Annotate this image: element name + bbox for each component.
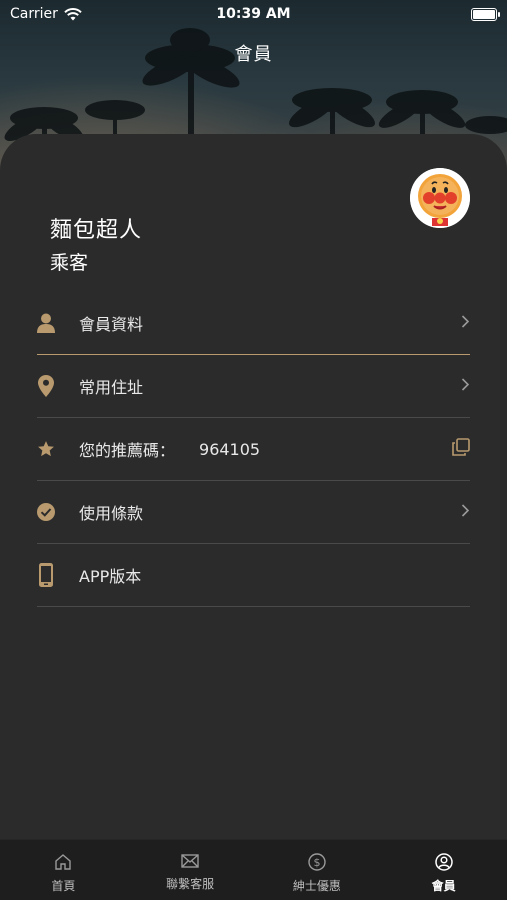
battery-level: [473, 9, 495, 19]
user-name: 麵包超人: [50, 218, 143, 243]
status-bar: Carrier 10:39 AM: [0, 0, 507, 28]
phone-icon: [37, 563, 55, 587]
chevron-right-icon: [461, 503, 470, 522]
tab-member[interactable]: 會員: [380, 840, 507, 900]
menu-item-label: 使用條款: [79, 504, 144, 523]
referral-code-value: 964105: [199, 439, 261, 459]
tab-label: 紳士優惠: [292, 879, 341, 893]
chevron-right-icon: [461, 314, 470, 333]
tab-contact[interactable]: 聯繫客服: [127, 840, 254, 900]
person-icon: [37, 312, 55, 334]
menu-item-label: 會員資料: [79, 315, 144, 334]
check-circle-icon: [37, 501, 55, 523]
tab-home[interactable]: 首頁: [0, 840, 127, 900]
carrier-label: Carrier: [10, 6, 58, 22]
menu-item-terms[interactable]: 使用條款: [37, 481, 470, 544]
referral-label: 您的推薦碼：: [79, 441, 176, 460]
copy-icon[interactable]: [452, 438, 470, 460]
menu-item-addresses[interactable]: 常用住址: [37, 355, 470, 418]
wifi-icon: [64, 7, 82, 20]
battery-icon: [471, 7, 500, 21]
user-role: 乘客: [50, 252, 89, 274]
member-menu: 會員資料 常用住址 您的推薦碼： 964105 使用條款 APP版本: [37, 292, 470, 607]
menu-item-referral-code: 您的推薦碼： 964105: [37, 418, 470, 481]
tab-label: 會員: [431, 879, 456, 893]
tab-label: 首頁: [51, 879, 76, 893]
svg-text:$: $: [313, 856, 320, 869]
home-icon: [55, 854, 72, 870]
tab-bar: 首頁 聯繫客服 $ 紳士優惠 會員: [0, 839, 507, 900]
status-left: Carrier: [10, 6, 82, 22]
menu-item-label: APP版本: [79, 567, 142, 586]
avatar[interactable]: [410, 168, 470, 228]
tab-label: 聯繫客服: [166, 877, 215, 891]
menu-item-label: 常用住址: [79, 378, 144, 397]
mail-icon: [181, 854, 199, 868]
anpanman-avatar-icon: [410, 168, 470, 228]
dollar-icon: $: [308, 853, 326, 871]
chevron-right-icon: [461, 377, 470, 396]
star-icon: [37, 438, 55, 460]
location-pin-icon: [37, 375, 55, 397]
tab-offers[interactable]: $ 紳士優惠: [254, 840, 381, 900]
page-title: 會員: [234, 44, 273, 65]
menu-item-app-version: APP版本: [37, 544, 470, 607]
user-circle-icon: [434, 853, 453, 871]
menu-item-member-info[interactable]: 會員資料: [37, 292, 470, 355]
